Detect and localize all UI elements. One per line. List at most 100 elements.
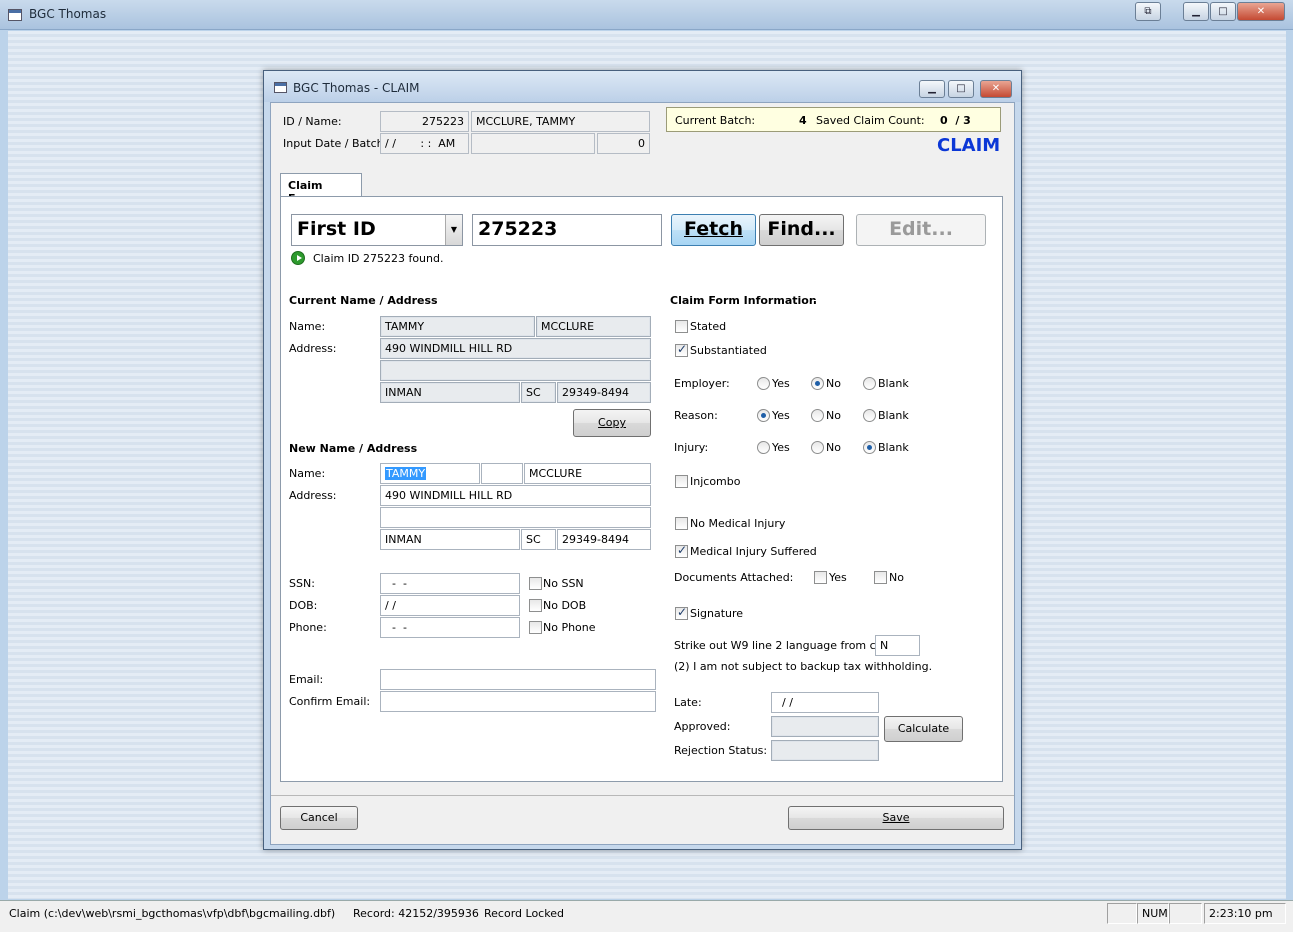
- strike-w9-label: Strike out W9 line 2 language from claim: [674, 639, 900, 652]
- no-phone-checkbox[interactable]: [529, 621, 542, 634]
- medical-injury-suffered-checkbox[interactable]: [675, 543, 688, 558]
- divider: [668, 596, 988, 597]
- copy-button[interactable]: Copy: [573, 409, 651, 437]
- calculate-button[interactable]: Calculate: [884, 716, 963, 742]
- play-icon: [291, 251, 305, 265]
- rejection-status-label: Rejection Status:: [674, 744, 768, 757]
- w9-note: (2) I am not subject to backup tax withh…: [674, 660, 933, 673]
- divider: [421, 448, 651, 449]
- medical-injury-suffered-label: Medical Injury Suffered: [690, 545, 817, 558]
- new-state-input[interactable]: SC: [521, 529, 556, 550]
- documents-yes-checkbox[interactable]: [814, 571, 827, 584]
- stated-label: Stated: [690, 320, 727, 333]
- new-address2-input[interactable]: [380, 507, 651, 528]
- current-zip-field: 29349-8494: [557, 382, 651, 403]
- employer-label: Employer:: [674, 377, 730, 390]
- employer-no-label: No: [826, 377, 841, 390]
- approved-field: [771, 716, 879, 737]
- employer-blank-label: Blank: [878, 377, 909, 390]
- no-medical-injury-checkbox[interactable]: [675, 517, 688, 530]
- no-ssn-checkbox[interactable]: [529, 577, 542, 590]
- reason-no-radio[interactable]: [811, 409, 824, 422]
- current-first-name-field: TAMMY: [380, 316, 535, 337]
- reason-blank-label: Blank: [878, 409, 909, 422]
- new-address1-input[interactable]: 490 WINDMILL HILL RD: [380, 485, 651, 506]
- app-titlebar: BGC Thomas ⧉ ▁ □ ✕: [0, 0, 1293, 30]
- confirm-email-input[interactable]: [380, 691, 656, 712]
- no-dob-checkbox[interactable]: [529, 599, 542, 612]
- reason-yes-radio[interactable]: [757, 409, 770, 422]
- edit-button[interactable]: Edit...: [856, 214, 986, 246]
- current-address-label: Address:: [289, 342, 337, 355]
- substantiated-checkbox[interactable]: [675, 342, 688, 357]
- tab-claim-form[interactable]: Claim Form: [280, 173, 362, 205]
- injury-no-radio[interactable]: [811, 441, 824, 454]
- reason-yes-label: Yes: [772, 409, 790, 422]
- current-name-label: Name:: [289, 320, 326, 333]
- new-last-name-input[interactable]: MCCLURE: [524, 463, 651, 484]
- reason-label: Reason:: [674, 409, 718, 422]
- injcombo-checkbox[interactable]: [675, 475, 688, 488]
- input-batch-name-field: [471, 133, 595, 154]
- employer-no-radio[interactable]: [811, 377, 824, 390]
- dialog-icon: [274, 82, 287, 93]
- header-id-field: 275223: [380, 111, 469, 132]
- divider: [438, 300, 650, 301]
- employer-yes-radio[interactable]: [757, 377, 770, 390]
- save-button-label: Save: [882, 811, 910, 824]
- phone-input[interactable]: - -: [380, 617, 520, 638]
- maximize-icon[interactable]: □: [1210, 2, 1236, 21]
- strike-w9-input[interactable]: N: [875, 635, 920, 656]
- input-batch-field: 0: [597, 133, 650, 154]
- lookup-type-select[interactable]: First ID ▼: [291, 214, 463, 246]
- dialog-close-icon[interactable]: ✕: [980, 80, 1012, 98]
- late-input[interactable]: / /: [771, 692, 879, 713]
- saved-count-label: Saved Claim Count:: [816, 114, 925, 127]
- lookup-id-input[interactable]: 275223: [472, 214, 662, 246]
- employer-blank-radio[interactable]: [863, 377, 876, 390]
- new-first-name-value: TAMMY: [385, 467, 427, 480]
- find-button[interactable]: Find...: [759, 214, 844, 246]
- status-path: Claim (c:\dev\web\rsmi_bgcthomas\vfp\dbf…: [9, 907, 336, 920]
- input-date-field: / / : : AM: [380, 133, 469, 154]
- status-time: 2:23:10 pm: [1204, 903, 1286, 924]
- dialog-maximize-icon[interactable]: □: [948, 80, 974, 98]
- current-address2-field: [380, 360, 651, 381]
- new-first-name-input[interactable]: TAMMY: [380, 463, 480, 484]
- current-batch-label: Current Batch:: [675, 114, 756, 127]
- email-input[interactable]: [380, 669, 656, 690]
- minimize-icon[interactable]: ▁: [1183, 2, 1209, 21]
- status-num: NUM: [1137, 903, 1169, 924]
- claim-heading: CLAIM: [937, 135, 1001, 156]
- dob-input[interactable]: / /: [380, 595, 520, 616]
- header-name-field: MCCLURE, TAMMY: [471, 111, 650, 132]
- no-dob-label: No DOB: [543, 599, 587, 612]
- documents-no-checkbox[interactable]: [874, 571, 887, 584]
- signature-checkbox[interactable]: [675, 605, 688, 620]
- current-state-field: SC: [521, 382, 556, 403]
- stated-checkbox[interactable]: [675, 320, 688, 333]
- chevron-down-icon[interactable]: ▼: [445, 215, 462, 245]
- confirm-email-label: Confirm Email:: [289, 695, 371, 708]
- divider: [289, 277, 983, 278]
- late-label: Late:: [674, 696, 702, 709]
- dialog-minimize-icon[interactable]: ▁: [919, 80, 945, 98]
- injury-yes-radio[interactable]: [757, 441, 770, 454]
- new-middle-name-input[interactable]: [481, 463, 523, 484]
- current-address1-field: 490 WINDMILL HILL RD: [380, 338, 651, 359]
- save-button[interactable]: Save: [788, 806, 1004, 830]
- reason-blank-radio[interactable]: [863, 409, 876, 422]
- ssn-label: SSN:: [289, 577, 315, 590]
- injury-blank-radio[interactable]: [863, 441, 876, 454]
- new-zip-input[interactable]: 29349-8494: [557, 529, 651, 550]
- close-icon[interactable]: ✕: [1237, 2, 1285, 21]
- divider: [271, 795, 1014, 796]
- divider: [813, 300, 983, 301]
- new-city-input[interactable]: INMAN: [380, 529, 520, 550]
- fetch-button[interactable]: Fetch: [671, 214, 756, 246]
- id-name-label: ID / Name:: [283, 115, 342, 128]
- restore-mdi-icon[interactable]: ⧉: [1135, 2, 1161, 21]
- cancel-button[interactable]: Cancel: [280, 806, 358, 830]
- ssn-input[interactable]: - -: [380, 573, 520, 594]
- claim-dialog: BGC Thomas - CLAIM ▁ □ ✕ ID / Name: 2752…: [263, 70, 1022, 850]
